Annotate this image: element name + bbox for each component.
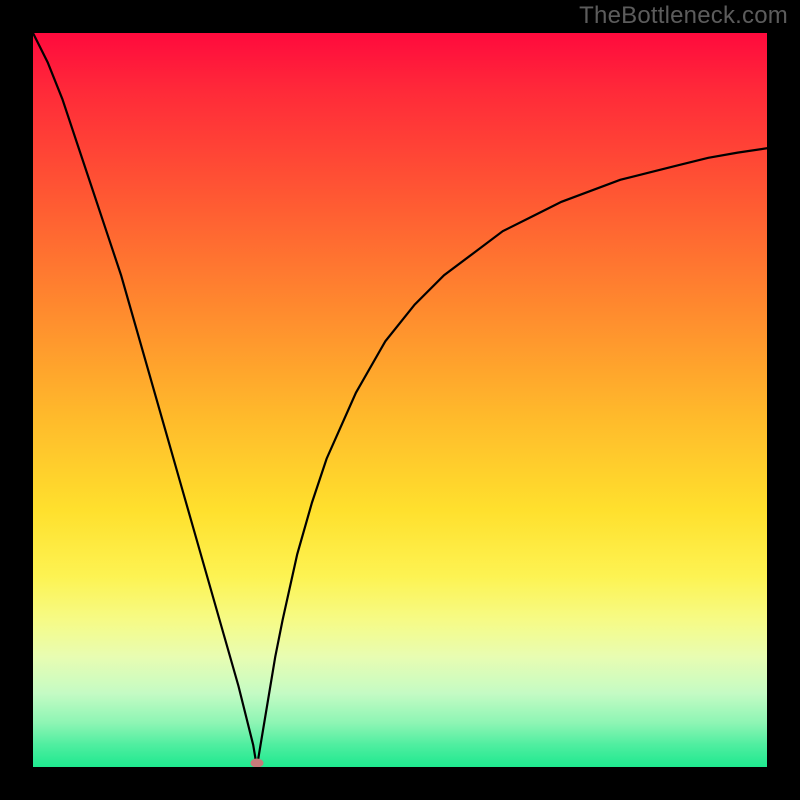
curve-svg (33, 33, 767, 767)
optimum-marker (250, 759, 263, 767)
watermark-text: TheBottleneck.com (579, 2, 788, 30)
bottleneck-curve (33, 33, 767, 767)
chart-frame: TheBottleneck.com (0, 0, 800, 800)
plot-area (33, 33, 767, 767)
